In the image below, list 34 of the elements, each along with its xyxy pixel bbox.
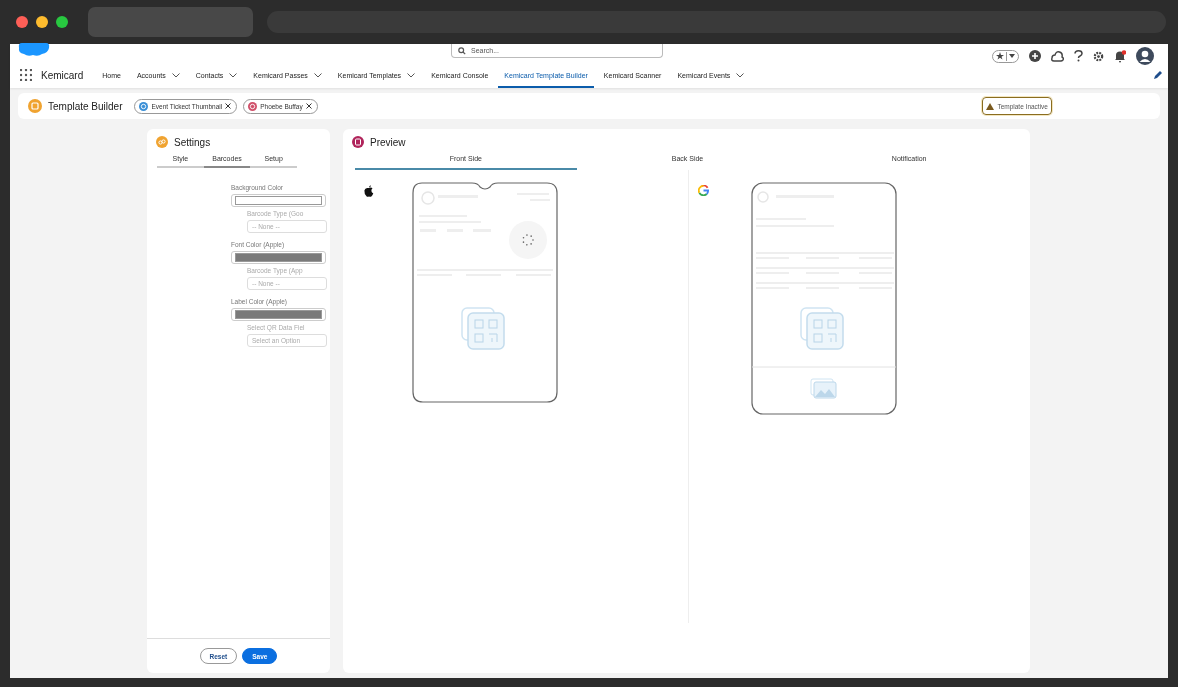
panel-title: Preview [370,136,406,148]
edit-icon[interactable] [1154,71,1162,79]
settings-panel-icon [156,136,168,148]
chevron-down-icon[interactable] [313,72,322,78]
app-launcher-icon[interactable] [20,69,32,81]
settings-icon[interactable] [1093,50,1104,62]
page-title: Template Builder [48,100,123,112]
color-field[interactable] [231,194,326,207]
template-icon [28,99,42,113]
close-icon[interactable] [305,103,312,109]
panel-title: Settings [174,136,211,148]
caret-icon [1009,54,1015,58]
star-icon [996,52,1004,60]
cloud-icon[interactable] [1051,50,1064,62]
cloud-logo-icon [18,43,50,57]
minimize-window-button[interactable] [36,16,48,28]
apple-icon [364,185,374,197]
close-window-button[interactable] [16,16,28,28]
color-field[interactable] [231,308,326,321]
help-icon[interactable] [1074,50,1083,62]
app-name: Kemicard [41,69,84,81]
zoom-window-button[interactable] [56,16,68,28]
g-logo-icon [698,185,709,196]
search-icon [458,47,466,55]
chevron-down-icon[interactable] [171,72,180,78]
preview-panel-icon [352,136,364,148]
close-icon[interactable] [225,103,232,109]
chevron-down-icon[interactable] [229,72,238,78]
add-icon[interactable] [1029,50,1041,62]
avatar-icon[interactable] [1136,47,1154,65]
bell-icon[interactable] [1114,49,1126,63]
chevron-down-icon[interactable] [407,72,416,78]
chevron-down-icon[interactable] [736,72,745,78]
color-field[interactable] [231,251,326,264]
